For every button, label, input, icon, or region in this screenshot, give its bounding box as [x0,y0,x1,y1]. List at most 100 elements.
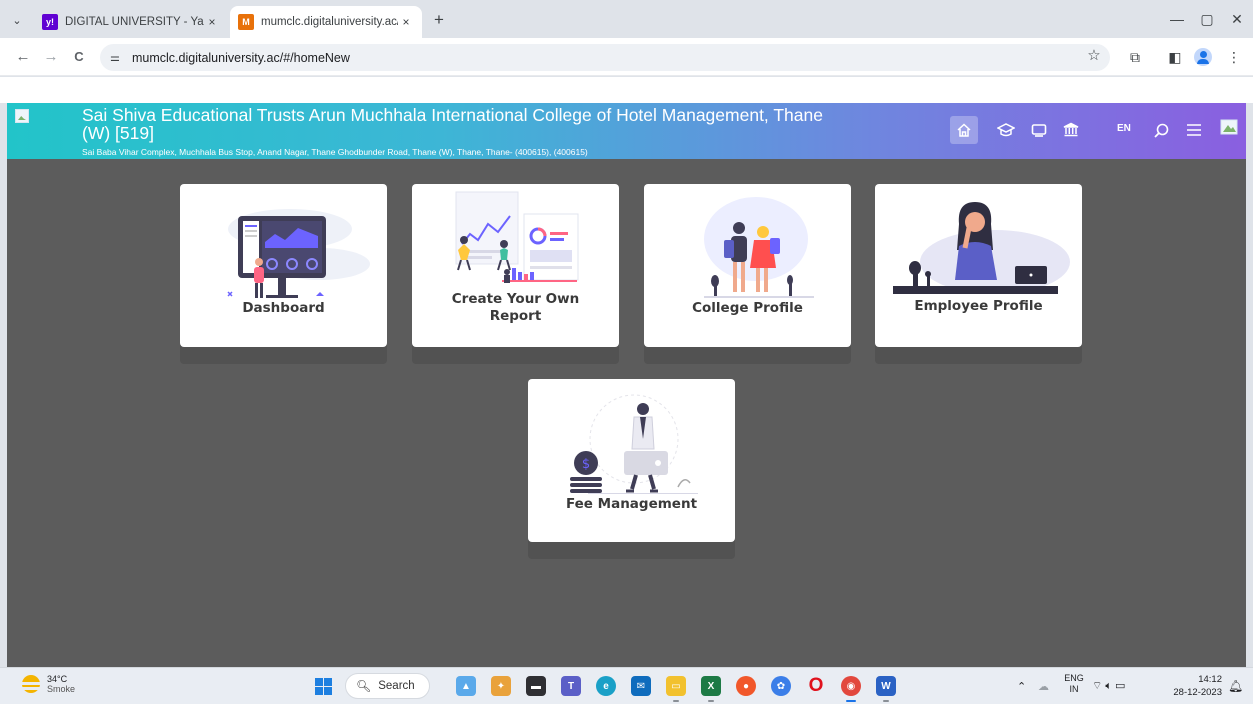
college-address: Sai Baba Vihar Complex, Muchhala Bus Sto… [82,147,588,157]
browser-tab-yahoo[interactable]: y! DIGITAL UNIVERSITY - Yahoo In × [34,6,228,38]
tab-search-chevron-icon[interactable]: ⌄ [6,9,28,31]
tab-close-icon[interactable]: × [398,15,414,29]
fee-management-card-wrapper: $ Fee Management [528,379,735,559]
game-app-icon[interactable]: ✦ [491,676,511,696]
reload-button[interactable]: C [68,46,90,68]
language-line2: IN [1069,684,1079,694]
menu-icon[interactable] [1180,116,1208,144]
photos-app-icon[interactable]: ▲ [456,676,476,696]
institution-icon[interactable] [1057,116,1085,144]
browser-tab-digitaluniversity[interactable]: M mumclc.digitaluniversity.ac/#/h × [230,6,422,38]
college-profile-card[interactable]: College Profile [644,184,851,347]
language-toggle[interactable]: EN [1117,123,1131,134]
language-line1: ENG [1064,673,1084,683]
battery-icon: ▭ [1114,680,1129,692]
input-language-indicator[interactable]: ENG IN [1063,673,1085,695]
monitor-icon[interactable] [1025,116,1053,144]
fee-management-card[interactable]: $ Fee Management [528,379,735,542]
college-name: Sai Shiva Educational Trusts Arun Muchha… [82,105,823,143]
site-header: Sai Shiva Educational Trusts Arun Muchha… [7,103,1246,159]
address-url: mumclc.digitaluniversity.ac/#/homeNew [132,50,350,65]
weather-widget[interactable]: 34°C Smoke [20,674,76,694]
mail-icon[interactable]: ✉ [631,676,651,696]
weather-temperature: 34°C [47,674,68,684]
teams-icon[interactable]: T [561,676,581,696]
tab-title: DIGITAL UNIVERSITY - Yahoo In [65,16,204,28]
report-card-wrapper: Create Your Own Report [412,184,619,364]
address-bar[interactable]: ⚌ mumclc.digitaluniversity.ac/#/homeNew [100,44,1110,71]
search-icon[interactable] [1147,116,1175,144]
more-menu-icon[interactable]: ⋮ [1223,46,1245,68]
browser-toolbar: ← → C ⚌ mumclc.digitaluniversity.ac/#/ho… [0,38,1253,76]
taskbar-search-box[interactable]: 🔍︎ Search [345,673,430,699]
browser-tab-strip: ⌄ y! DIGITAL UNIVERSITY - Yahoo In × M m… [0,0,1253,38]
clock-date: 28-12-2023 [1173,687,1222,698]
opera-icon[interactable]: O [806,675,826,696]
notification-bell-icon[interactable]: 🔔︎ [1228,679,1243,693]
report-illustration [455,191,579,283]
bookmark-star-icon[interactable]: ☆ [1083,46,1105,68]
profile-avatar-icon[interactable] [1194,48,1212,66]
restore-button[interactable]: ▢ [1192,8,1222,30]
system-clock[interactable]: 14:12 28-12-2023 [1162,673,1222,699]
minimize-button[interactable]: — [1162,8,1192,30]
weather-condition: Smoke [47,684,76,694]
card-footer-shadow [180,344,387,364]
graduation-cap-icon[interactable] [992,116,1020,144]
file-explorer-icon[interactable]: ▭ [666,676,686,702]
employee-profile-card[interactable]: Employee Profile [875,184,1082,347]
tray-chevron-icon[interactable]: ⌃ [1017,668,1026,704]
volume-icon: 🔈︎ [1105,680,1115,692]
employee-profile-illustration [893,202,1070,294]
college-logo-broken-image-icon [15,109,29,123]
tab-title: mumclc.digitaluniversity.ac/#/h [261,16,398,28]
card-footer-shadow [644,344,851,364]
page-top-gap [0,77,1253,103]
digital-university-icon: M [238,14,254,30]
close-window-button[interactable]: ✕ [1222,8,1252,30]
card-label: Employee Profile [914,298,1043,314]
employee-profile-card-wrapper: Employee Profile [875,184,1082,364]
dashboard-illustration [227,209,370,298]
dashboard-card-wrapper: Dashboard [180,184,387,364]
copilot-icon[interactable]: ✿ [771,676,791,696]
tab-close-icon[interactable]: × [204,15,220,29]
search-icon: 🔍︎ [356,679,372,693]
card-footer-shadow [875,344,1082,364]
main-content: Dashboard Create Your Own Report College… [7,159,1246,667]
firefox-icon[interactable]: ● [736,676,756,696]
college-profile-card-wrapper: College Profile [644,184,851,364]
dashboard-card[interactable]: Dashboard [180,184,387,347]
weather-sun-icon [20,675,42,693]
card-label: Dashboard [242,300,325,316]
extensions-icon[interactable]: ⧉ [1124,46,1146,68]
file-app-icon[interactable]: ▬ [526,676,546,696]
card-label: Fee Management [565,496,698,512]
edge-icon[interactable]: e [596,676,616,696]
create-report-card[interactable]: Create Your Own Report [412,184,619,347]
svg-text:$: $ [582,457,590,472]
forward-button[interactable]: → [40,46,62,68]
user-avatar-icon[interactable] [1219,116,1241,138]
home-icon[interactable] [950,116,978,144]
excel-icon[interactable]: X [701,676,721,702]
card-label: Create Your Own Report [451,291,580,324]
wifi-icon: ⌔ [1092,680,1106,692]
college-profile-illustration [704,197,814,298]
new-tab-button[interactable]: + [428,10,450,32]
card-footer-shadow [528,539,735,559]
start-button-windows-icon[interactable] [315,678,332,695]
clock-time: 14:12 [1198,674,1222,685]
fee-management-illustration: $ [570,394,698,494]
word-icon[interactable]: W [876,676,896,702]
onedrive-icon[interactable]: ☁ [1038,668,1049,704]
card-footer-shadow [412,344,619,364]
side-panel-icon[interactable]: ◧ [1164,46,1186,68]
site-info-icon[interactable]: ⚌ [110,51,128,64]
windows-taskbar: 34°C Smoke 🔍︎ Search ▲ ✦ ▬ T e ✉ ▭ X ● ✿… [0,667,1253,704]
back-button[interactable]: ← [12,46,34,68]
card-label: College Profile [692,300,803,316]
yahoo-mail-icon: y! [42,14,58,30]
tray-status-icons[interactable]: ⌔🔈︎▭ [1092,679,1128,693]
chrome-icon[interactable]: ◉ [841,676,861,702]
